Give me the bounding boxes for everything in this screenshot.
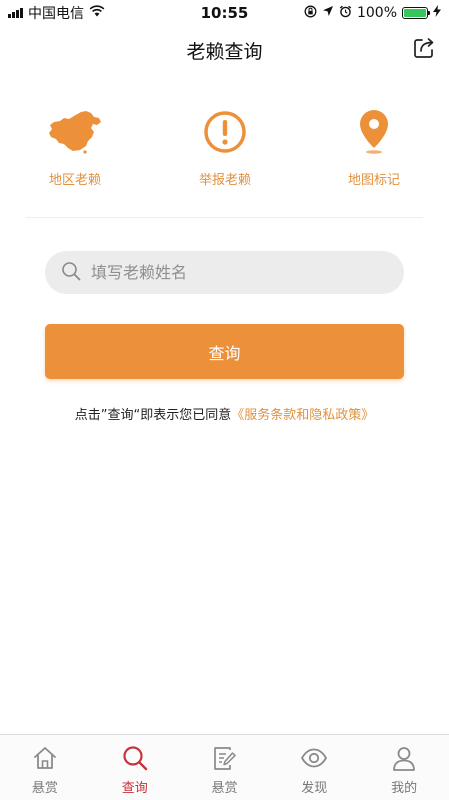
debtor-name-input[interactable]	[91, 263, 404, 282]
tab-discover[interactable]: 发现	[269, 735, 359, 800]
share-button[interactable]	[411, 37, 437, 63]
section-divider	[26, 217, 423, 218]
wifi-icon	[89, 5, 105, 21]
agreement-text: 点击”查询“即表示您已同意《服务条款和隐私政策》	[0, 404, 449, 423]
tab-label: 我的	[391, 781, 418, 796]
search-icon	[61, 261, 81, 285]
tab-label: 悬赏	[211, 781, 238, 796]
tab-query[interactable]: 查询	[90, 735, 180, 800]
tab-label: 发现	[301, 781, 328, 796]
battery-icon	[402, 7, 430, 19]
user-icon	[389, 743, 419, 773]
tab-label: 悬赏	[31, 781, 58, 796]
tab-label: 查询	[121, 781, 148, 796]
tab-bar: 悬赏 查询 悬赏 发现 我的	[0, 734, 449, 800]
tab-mine[interactable]: 我的	[359, 735, 449, 800]
feature-region-label: 地区老赖	[48, 173, 101, 188]
alarm-icon	[339, 5, 352, 22]
rotation-lock-icon	[304, 5, 317, 22]
carrier-name: 中国电信	[28, 6, 84, 22]
signal-icon	[8, 8, 23, 18]
tab-reward-home[interactable]: 悬赏	[0, 735, 90, 800]
feature-report-debtor[interactable]: 举报老赖	[170, 104, 280, 194]
eye-icon	[299, 743, 329, 773]
charging-icon	[433, 5, 441, 21]
alert-circle-icon	[197, 104, 253, 160]
nav-bar: 老赖查询	[0, 26, 449, 74]
feature-report-label: 举报老赖	[198, 173, 251, 188]
status-bar: 中国电信 10:55 100%	[0, 0, 449, 26]
terms-link[interactable]: 《服务条款和隐私政策》	[231, 408, 374, 423]
feature-map-marker[interactable]: 地图标记	[319, 104, 429, 194]
edit-note-icon	[209, 743, 239, 773]
battery-percent: 100%	[356, 5, 397, 21]
query-button[interactable]: 查询	[45, 324, 404, 379]
search-box[interactable]	[45, 251, 404, 294]
feature-region-debtors[interactable]: 地区老赖	[20, 104, 130, 194]
home-icon	[30, 743, 60, 773]
page-title: 老赖查询	[186, 40, 263, 63]
status-left: 中国电信	[8, 3, 105, 23]
search-icon	[120, 743, 150, 773]
feature-map-label: 地图标记	[347, 173, 400, 188]
feature-row: 地区老赖 举报老赖 地图标记	[0, 104, 449, 194]
share-icon	[412, 36, 436, 64]
tab-reward-post[interactable]: 悬赏	[180, 735, 270, 800]
map-pin-icon	[346, 104, 402, 160]
location-arrow-icon	[322, 5, 334, 21]
china-map-icon	[47, 104, 103, 160]
agreement-prefix: 点击”查询“即表示您已同意	[74, 408, 232, 423]
status-right: 100%	[304, 5, 441, 22]
